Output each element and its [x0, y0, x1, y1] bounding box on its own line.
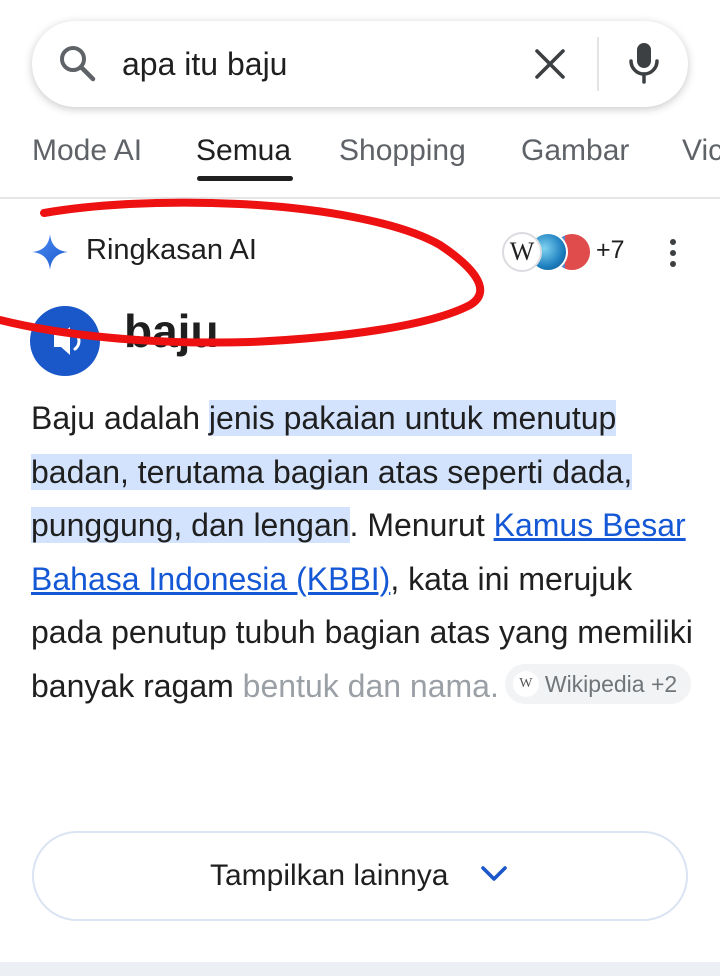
show-more-label: Tampilkan lainnya — [210, 859, 449, 892]
tab-semua[interactable]: Semua — [196, 134, 291, 168]
tab-mode-ai[interactable]: Mode AI — [32, 134, 142, 168]
text-faded: bentuk dan nama. — [242, 667, 499, 704]
search-divider — [597, 37, 599, 91]
more-vert-icon[interactable] — [668, 238, 678, 273]
speaker-icon — [54, 327, 81, 355]
microphone-icon[interactable] — [626, 40, 662, 91]
close-icon[interactable] — [534, 48, 566, 85]
search-icon[interactable] — [58, 44, 96, 87]
wikipedia-icon: W — [502, 232, 542, 272]
entity-title: baju — [124, 305, 219, 357]
source-chip-label: Wikipedia +2 — [544, 671, 678, 698]
bottom-divider — [0, 962, 720, 976]
entity-header: baju — [30, 300, 710, 380]
sources-count[interactable]: +7 — [596, 236, 625, 265]
chevron-down-icon — [480, 865, 508, 888]
search-tabs: Mode AI Semua Shopping Gambar Vic — [0, 124, 720, 198]
ai-overview-header: Ringkasan AI W +7 — [0, 220, 720, 280]
ai-overview-title: Ringkasan AI — [86, 234, 257, 266]
search-input[interactable]: apa itu baju — [122, 42, 287, 86]
tab-gambar[interactable]: Gambar — [521, 134, 629, 168]
ai-overview-text: Baju adalah jenis pakaian untuk menutup … — [31, 392, 701, 713]
wikipedia-chip-icon: W — [512, 670, 539, 697]
text-intro: Baju adalah — [31, 400, 209, 436]
source-chip[interactable]: W Wikipedia +2 — [504, 664, 692, 705]
source-icons[interactable]: W — [502, 232, 592, 274]
active-tab-indicator — [197, 176, 293, 181]
tabs-divider — [0, 197, 720, 199]
show-more-button[interactable]: Tampilkan lainnya — [32, 831, 688, 921]
text-after-highlight: . Menurut — [349, 507, 494, 543]
speaker-button[interactable] — [30, 306, 100, 376]
tab-shopping[interactable]: Shopping — [339, 134, 466, 168]
sparkle-icon — [30, 232, 70, 277]
tab-video[interactable]: Vic — [682, 134, 720, 168]
